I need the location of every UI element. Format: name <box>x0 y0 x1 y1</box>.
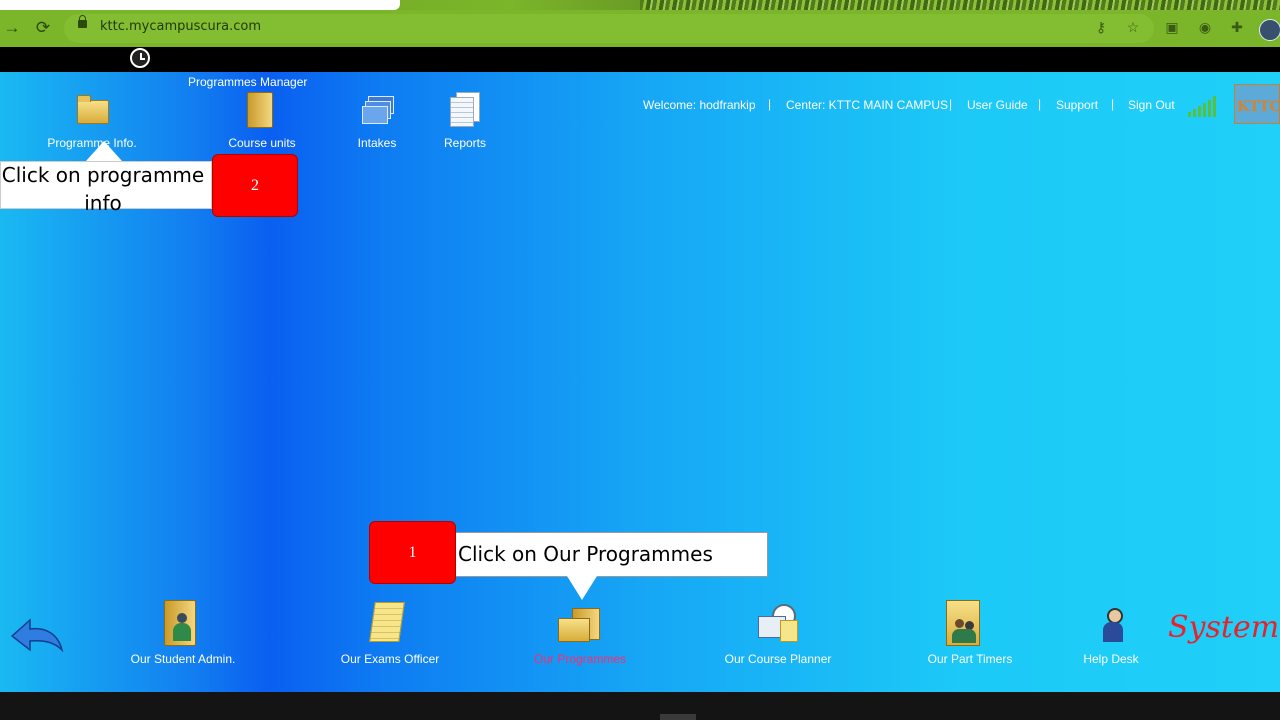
logo-text: KTTC <box>1237 99 1280 115</box>
our-student-admin-label: Our Student Admin. <box>130 652 236 666</box>
browser-tab-strip <box>0 0 1280 10</box>
back-arrow-icon[interactable] <box>10 612 66 656</box>
timer-bar <box>0 47 1280 72</box>
separator: | <box>1111 97 1115 111</box>
our-part-timers-button[interactable]: Our Part Timers <box>928 600 1012 668</box>
forward-icon[interactable]: → <box>2 18 22 38</box>
browser-active-tab[interactable] <box>0 0 400 10</box>
url-text[interactable]: kttc.mycampuscura.com <box>100 19 261 34</box>
help-desk-button[interactable]: Help Desk <box>1081 604 1141 668</box>
callout-arrow-down <box>567 576 597 600</box>
star-icon[interactable]: ☆ <box>1124 18 1142 36</box>
browser-theme-background <box>640 0 1280 10</box>
welcome-text: Welcome: hodfrankip <box>643 98 756 112</box>
planner-icon <box>758 604 798 642</box>
our-course-planner-button[interactable]: Our Course Planner <box>725 604 831 668</box>
course-units-button[interactable]: Course units <box>221 92 303 150</box>
systems-brand-logo: System <box>1168 610 1280 645</box>
callout-arrow-up <box>86 141 122 161</box>
user-guide-link[interactable]: User Guide <box>967 98 1028 112</box>
our-exams-officer-label: Our Exams Officer <box>340 652 440 666</box>
center-text: Center: KTTC MAIN CAMPUS <box>786 98 949 112</box>
course-units-label: Course units <box>228 136 296 150</box>
programmes-manager-title: Programmes Manager <box>188 75 308 89</box>
help-desk-label: Help Desk <box>1083 652 1139 666</box>
separator: | <box>949 97 953 111</box>
signal-strength-icon <box>1188 95 1220 117</box>
separator: | <box>768 97 772 111</box>
taskbar <box>0 692 1280 720</box>
sign-out-link[interactable]: Sign Out <box>1128 98 1175 112</box>
our-programmes-button[interactable]: Our Programmes <box>534 604 626 668</box>
key-icon[interactable]: ⚷ <box>1092 18 1110 36</box>
folder-open-icon <box>247 92 273 128</box>
callout-step-2-text: Click on programme info <box>1 163 205 215</box>
folder-icon <box>77 95 109 124</box>
our-exams-officer-button[interactable]: Our Exams Officer <box>341 602 439 668</box>
intakes-label: Intakes <box>357 136 397 150</box>
our-course-planner-label: Our Course Planner <box>724 652 832 666</box>
notepad-icon <box>369 602 405 642</box>
our-student-admin-button[interactable]: Our Student Admin. <box>131 600 235 668</box>
programme-info-button[interactable]: Programme Info. <box>42 94 142 150</box>
camera-icon[interactable]: ◉ <box>1196 18 1214 36</box>
reports-button[interactable]: Reports <box>436 92 494 150</box>
part-timers-icon <box>946 600 980 646</box>
help-desk-icon <box>1101 608 1125 644</box>
reports-label: Reports <box>443 136 487 150</box>
reload-icon[interactable]: ⟳ <box>33 18 53 38</box>
support-link[interactable]: Support <box>1056 98 1098 112</box>
our-programmes-label: Our Programmes <box>533 652 627 666</box>
separator: | <box>1038 97 1042 111</box>
kttc-logo: KTTC <box>1234 84 1280 124</box>
callout-step-1-text: Click on Our Programmes <box>458 542 713 566</box>
clock-icon <box>130 48 150 68</box>
stack-icon <box>362 96 394 124</box>
step-1-badge: 1 <box>369 521 456 584</box>
profile-avatar[interactable] <box>1259 19 1280 41</box>
folders-icon <box>558 608 600 642</box>
intakes-button[interactable]: Intakes <box>346 94 408 150</box>
step-2-badge: 2 <box>212 154 298 217</box>
reports-icon <box>448 92 480 127</box>
scroll-grip[interactable] <box>660 714 696 720</box>
window-icon[interactable]: ▣ <box>1163 18 1181 36</box>
extensions-icon[interactable]: ✚ <box>1228 18 1246 36</box>
lock-icon <box>78 15 87 28</box>
student-admin-icon <box>164 600 196 646</box>
